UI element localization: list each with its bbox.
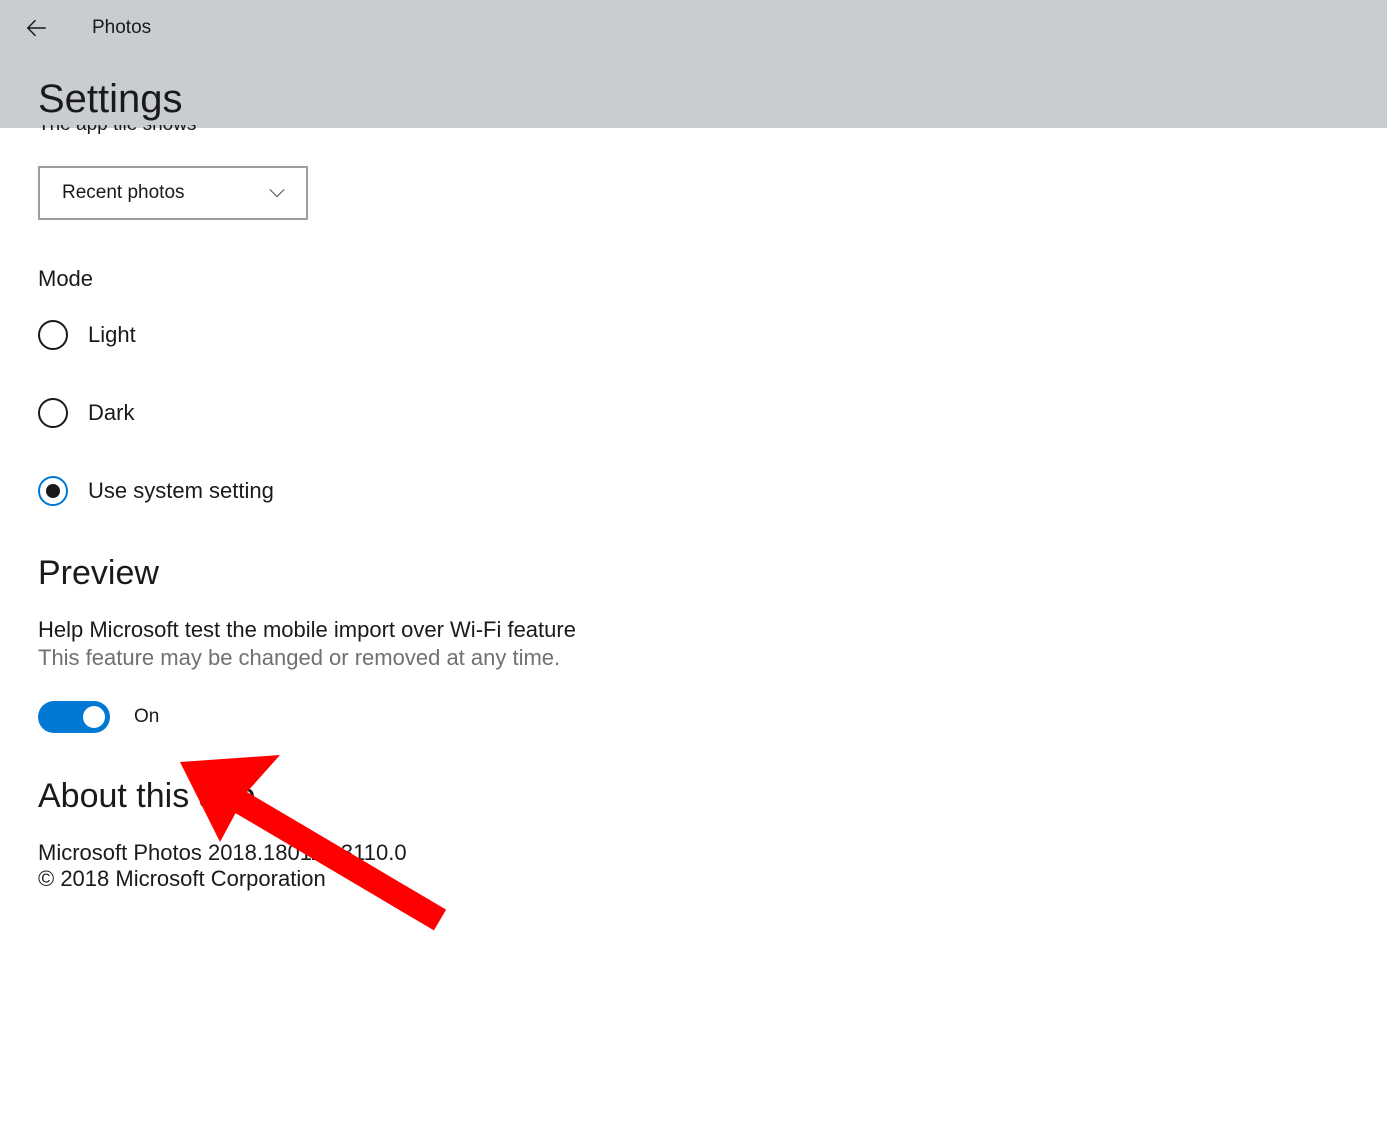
radio-icon-selected	[38, 476, 68, 506]
about-heading: About this app	[38, 777, 1387, 816]
radio-label: Dark	[88, 400, 134, 426]
mode-radio-dark[interactable]: Dark	[38, 398, 1387, 428]
radio-label: Light	[88, 322, 136, 348]
tile-shows-dropdown[interactable]: Recent photos	[38, 166, 308, 220]
preview-toggle[interactable]	[38, 701, 110, 733]
app-name: Photos	[92, 17, 151, 39]
radio-label: Use system setting	[88, 478, 274, 504]
radio-inner-dot	[46, 484, 60, 498]
about-copyright: © 2018 Microsoft Corporation	[38, 866, 1387, 892]
about-version: Microsoft Photos 2018.18011.13110.0	[38, 840, 1387, 866]
toggle-knob-icon	[83, 706, 105, 728]
page-title: Settings	[0, 55, 1387, 136]
mode-radio-system[interactable]: Use system setting	[38, 476, 1387, 506]
preview-note: This feature may be changed or removed a…	[38, 645, 1387, 671]
preview-heading: Preview	[38, 554, 1387, 593]
mode-label: Mode	[38, 266, 1387, 292]
settings-content: The app tile shows Recent photos Mode Li…	[0, 128, 1387, 892]
dropdown-value: Recent photos	[62, 182, 185, 204]
toggle-state-label: On	[134, 706, 159, 728]
tile-shows-label: The app tile shows	[38, 125, 1387, 137]
header-top-row: Photos	[0, 0, 1387, 55]
preview-description: Help Microsoft test the mobile import ov…	[38, 617, 1387, 643]
back-button[interactable]	[24, 16, 48, 40]
chevron-down-icon	[268, 186, 286, 200]
radio-icon	[38, 320, 68, 350]
header-bar: Photos Settings	[0, 0, 1387, 136]
preview-toggle-row: On	[38, 701, 1387, 733]
mode-radio-light[interactable]: Light	[38, 320, 1387, 350]
radio-icon	[38, 398, 68, 428]
back-arrow-icon	[25, 17, 47, 39]
